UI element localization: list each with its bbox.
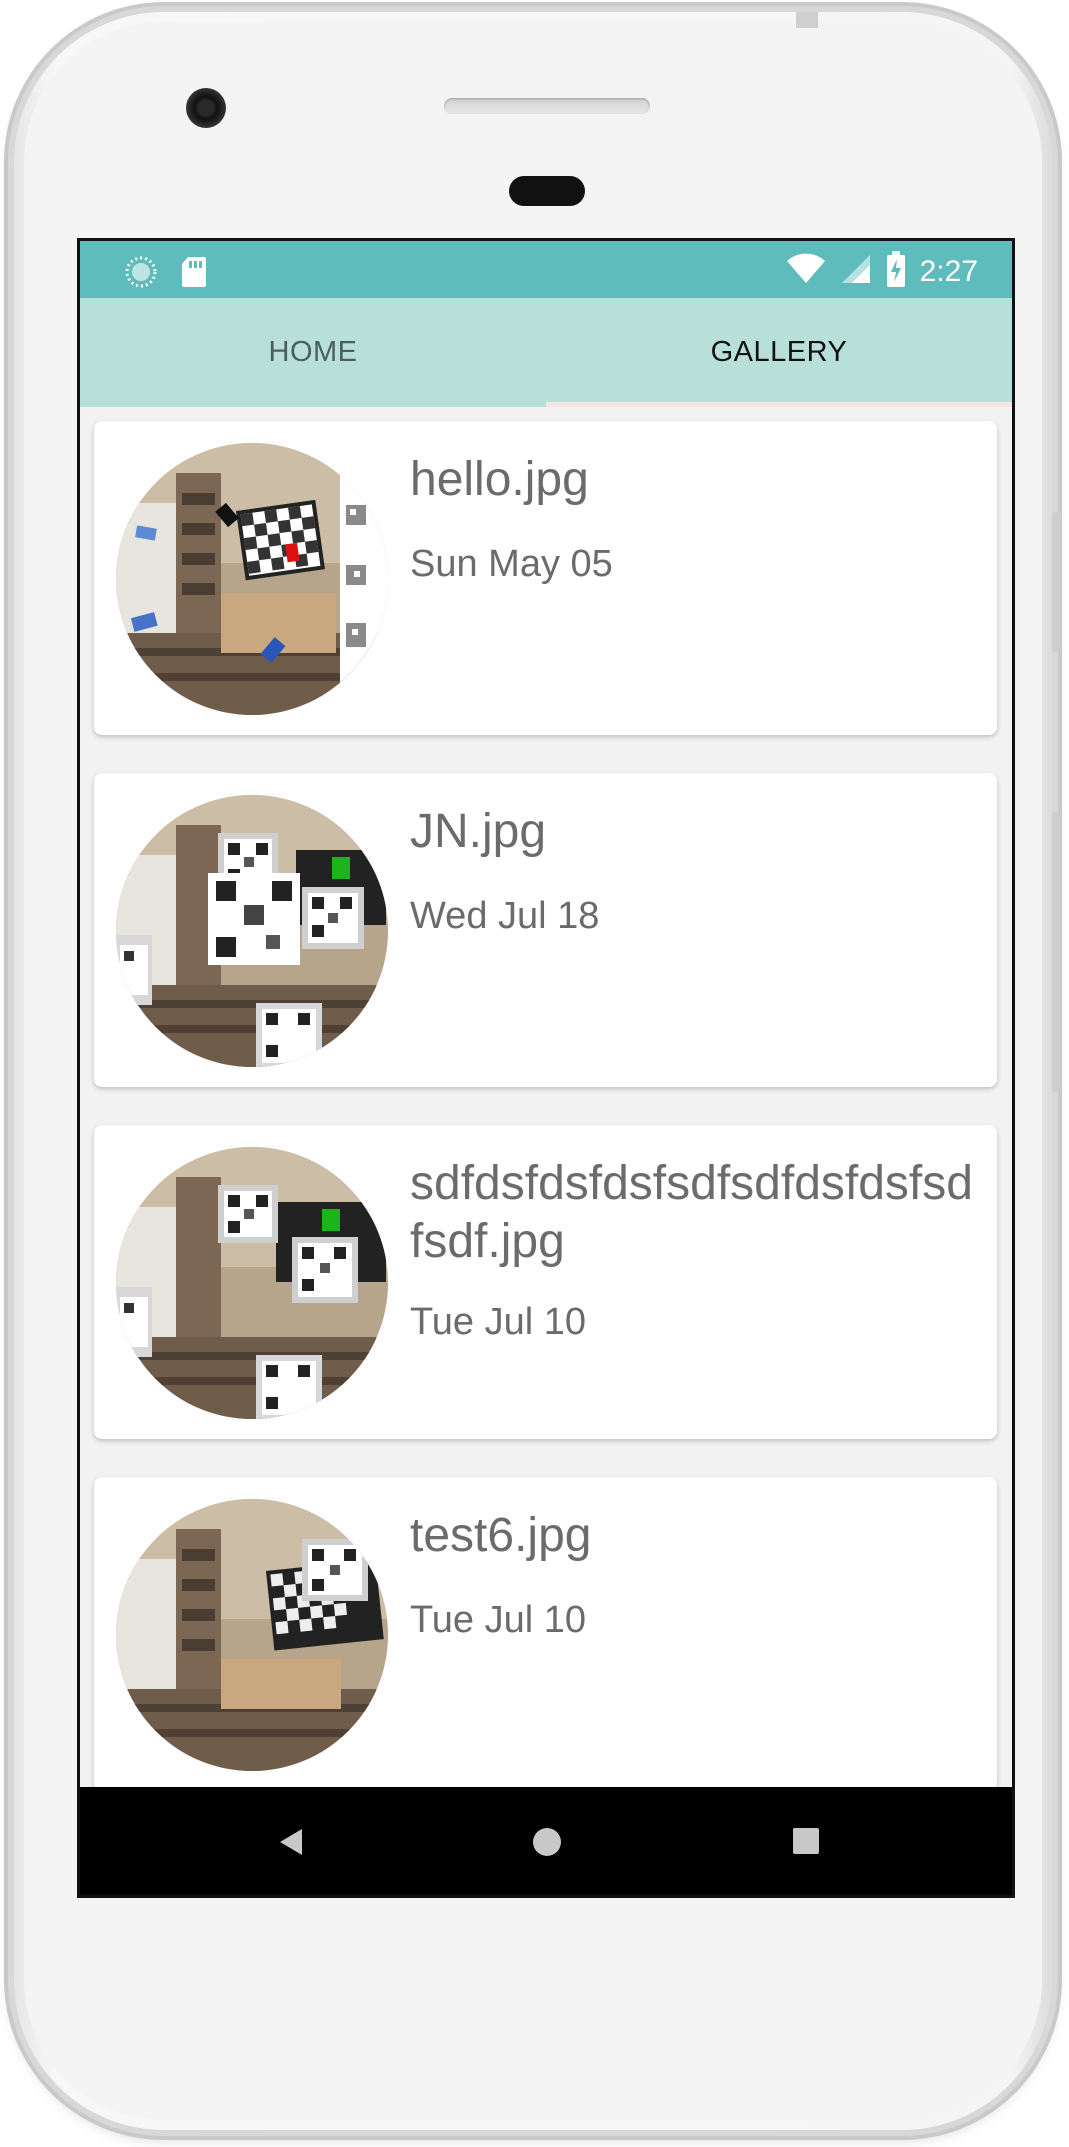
home-icon[interactable]: [532, 1827, 562, 1862]
recents-icon[interactable]: [792, 1827, 820, 1860]
phone-frame: 2:27 HOME GALLERY hello.jpg Sun May 05 J…: [14, 12, 1060, 2130]
tab-bar: HOME GALLERY: [80, 298, 1012, 407]
thumbnail-image: [116, 443, 388, 715]
file-name: test6.jpg: [410, 1509, 592, 1562]
file-name: sdfdsfdsfdsfsdfsdfdsfdsfsdfsdf.jpg: [410, 1157, 973, 1268]
wifi-icon: [786, 253, 826, 290]
screen: 2:27 HOME GALLERY hello.jpg Sun May 05 J…: [77, 238, 1015, 1898]
power-button: [1052, 812, 1060, 1092]
tab-gallery[interactable]: GALLERY: [546, 298, 1012, 407]
gallery-list[interactable]: hello.jpg Sun May 05 JN.jpg Wed Jul 18 s…: [80, 407, 1012, 1787]
volume-button: [1052, 512, 1060, 652]
proximity-sensor: [509, 176, 585, 206]
gallery-item[interactable]: sdfdsfdsfdsfsdfsdfdsfdsfsdfsdf.jpg Tue J…: [94, 1125, 997, 1439]
status-bar: 2:27: [80, 241, 1012, 298]
gallery-item[interactable]: hello.jpg Sun May 05: [94, 421, 997, 735]
sd-card-icon: [180, 255, 208, 294]
file-date: Tue Jul 10: [410, 1301, 587, 1343]
gallery-item[interactable]: test6.jpg Tue Jul 10: [94, 1477, 997, 1787]
gallery-item[interactable]: JN.jpg Wed Jul 18: [94, 773, 997, 1087]
top-button: [796, 12, 818, 28]
back-icon[interactable]: [276, 1827, 306, 1862]
file-date: Wed Jul 18: [410, 895, 600, 937]
data-saver-icon: [124, 255, 158, 294]
earpiece-speaker: [444, 98, 650, 114]
status-time: 2:27: [919, 254, 978, 288]
navigation-bar: [80, 1787, 1012, 1895]
file-date: Tue Jul 10: [410, 1599, 587, 1641]
front-camera: [186, 88, 226, 128]
battery-charging-icon: [886, 251, 906, 292]
thumbnail-image: [116, 1499, 388, 1771]
file-name: JN.jpg: [410, 805, 547, 858]
file-name: hello.jpg: [410, 453, 589, 506]
thumbnail-image: [116, 795, 388, 1067]
signal-icon: [840, 253, 872, 290]
tab-home[interactable]: HOME: [80, 298, 546, 407]
file-date: Sun May 05: [410, 543, 613, 585]
thumbnail-image: [116, 1147, 388, 1419]
